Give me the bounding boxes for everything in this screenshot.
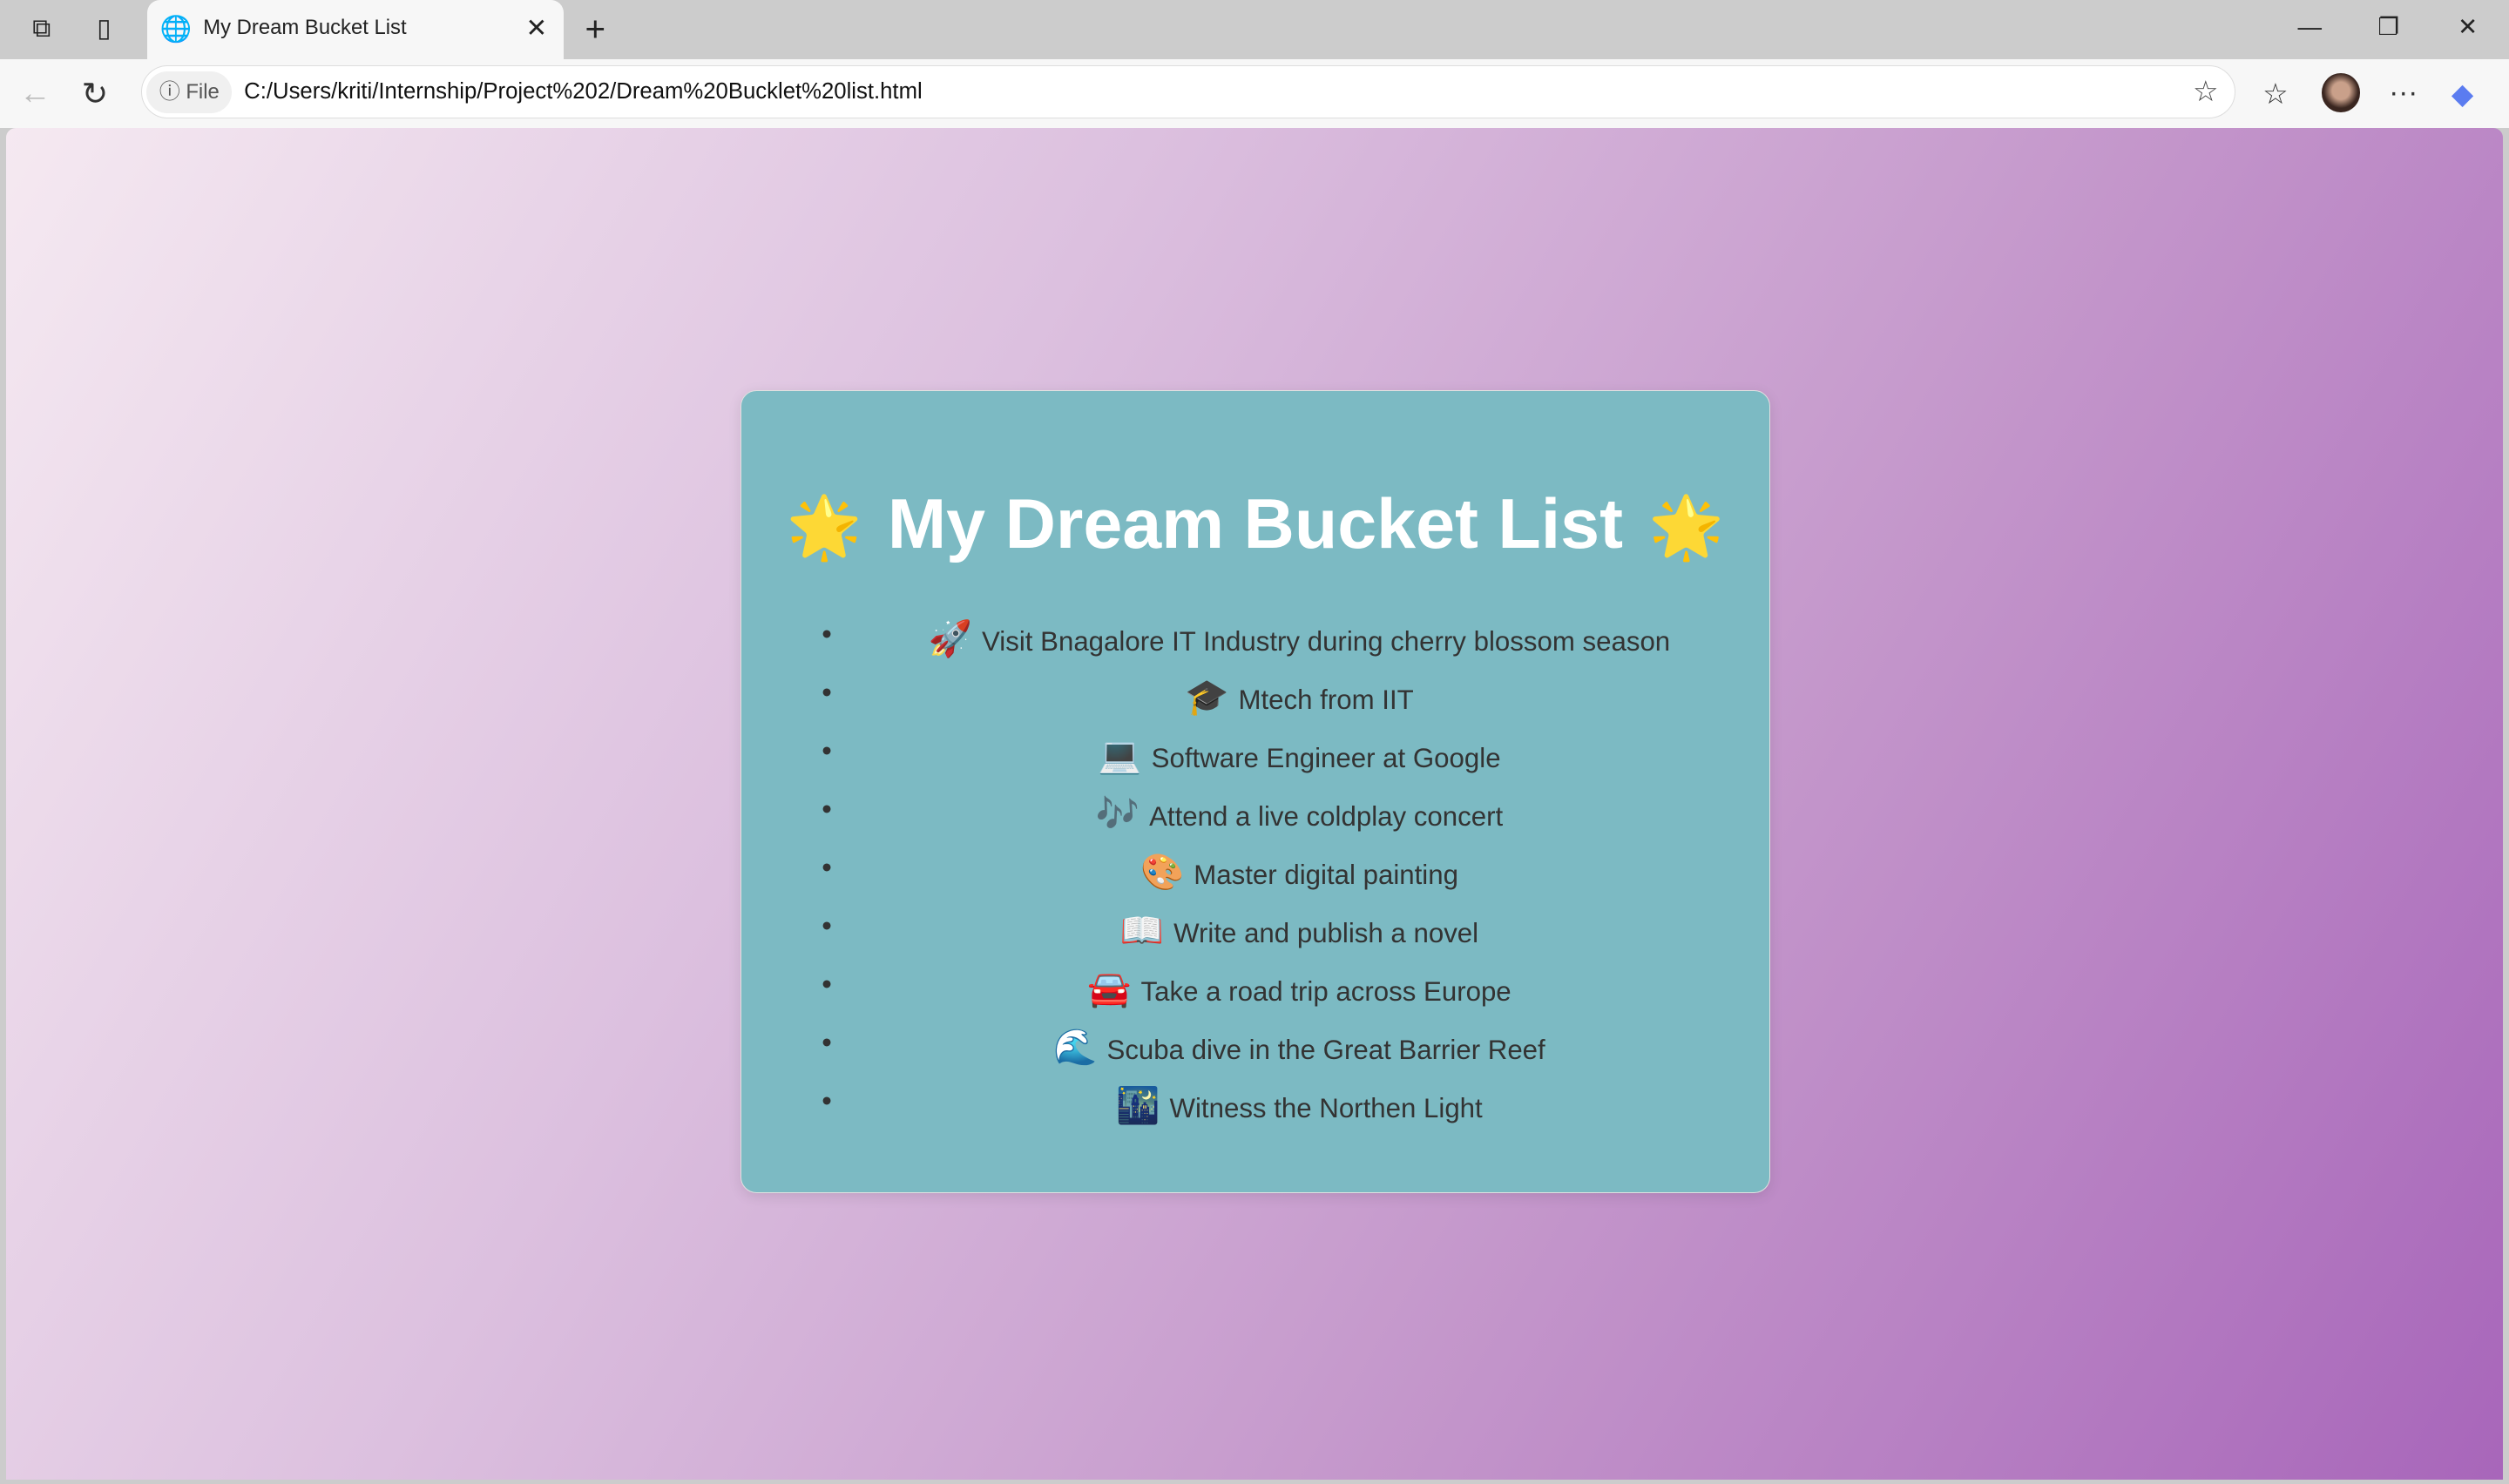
back-icon[interactable]: ← [19,75,51,111]
star-icon: 🌟 [1648,492,1725,561]
bucket-list-card: 🌟 My Dream Bucket List 🌟 🚀 Visit Bnagalore … [741,390,1770,1194]
item-text: Visit Bnagalore IT Industry during cherr… [982,625,1671,657]
palette-icon: 🎨 [1140,852,1185,893]
rocket-icon: 🚀 [928,617,973,658]
globe-icon: 🌐 [159,14,193,44]
list-item: 🎶 Attend a live coldplay concert [822,793,1768,852]
list-item: 🎓 Mtech from IIT [822,676,1768,735]
site-info-button[interactable]: ⓘ File [146,71,233,113]
address-bar-row: ← ↻ ⓘ File C:/Users/kriti/Internship/Pro… [0,58,2509,128]
bucket-list: 🚀 Visit Bnagalore IT Industry during cher… [741,618,1768,1133]
tab-active[interactable]: 🌐 My Dream Bucket List ✕ [146,0,564,59]
minimize-icon[interactable]: — [2298,13,2323,41]
item-text: Software Engineer at Google [1151,743,1501,773]
favorites-icon[interactable]: ☆ [2262,77,2289,111]
more-options-icon[interactable]: ··· [2389,77,2418,110]
favorite-star-icon[interactable]: ☆ [2193,74,2219,109]
page-background: 🌟 My Dream Bucket List 🌟 🚀 Visit Bnagalore … [6,127,2503,1480]
item-text: Master digital painting [1194,860,1458,891]
profile-avatar[interactable] [2322,73,2361,112]
car-icon: 🚘 [1087,968,1132,1009]
item-text: Witness the Northen Light [1169,1093,1483,1124]
open-book-icon: 📖 [1119,910,1165,951]
address-bar[interactable]: ⓘ File C:/Users/kriti/Internship/Project… [140,65,2236,119]
url-text[interactable]: C:/Users/kriti/Internship/Project%202/Dr… [244,79,923,105]
list-item: 🌊 Scuba dive in the Great Barrier Reef [822,1027,1768,1085]
file-badge: File [186,79,220,104]
workspaces-icon[interactable]: ⧉ [25,13,57,45]
graduation-cap-icon: 🎓 [1185,676,1229,717]
restore-icon[interactable]: ❐ [2377,13,2399,41]
item-text: Scuba dive in the Great Barrier Reef [1106,1035,1545,1066]
tab-bar: ⧉ ▯ 🌐 My Dream Bucket List ✕ + — ❐ ✕ [0,0,2509,59]
page-title: 🌟 My Dream Bucket List 🌟 [741,484,1768,565]
list-item: 🚘Take a road trip across Europe [822,968,1768,1027]
item-text: Take a road trip across Europe [1140,976,1511,1008]
list-item: 🚀 Visit Bnagalore IT Industry during cher… [822,617,1768,677]
window-close-icon[interactable]: ✕ [2458,13,2478,41]
music-notes-icon: 🎶 [1095,793,1140,834]
laptop-icon: 💻 [1098,735,1142,775]
tab-title: My Dream Bucket List [203,16,407,40]
copilot-icon[interactable]: ◆ [2452,77,2473,111]
close-tab-icon[interactable]: ✕ [526,13,548,44]
list-item: 💻 Software Engineer at Google [822,735,1768,793]
item-text: Write and publish a novel [1173,918,1479,949]
item-text: Attend a live coldplay concert [1149,801,1504,833]
night-city-icon: 🌃 [1116,1085,1160,1126]
title-text: My Dream Bucket List [887,484,1624,563]
item-text: Mtech from IIT [1238,684,1414,715]
refresh-icon[interactable]: ↻ [82,75,109,112]
vertical-tabs-icon[interactable]: ▯ [88,13,120,45]
new-tab-icon[interactable]: + [579,10,612,45]
list-item: 📖 Write and publish a novel [822,910,1768,968]
list-item: 🌃 Witness the Northen Light [822,1085,1768,1133]
list-item: 🎨 Master digital painting [822,852,1768,910]
wave-icon: 🌊 [1053,1027,1098,1068]
star-icon: 🌟 [786,492,862,561]
